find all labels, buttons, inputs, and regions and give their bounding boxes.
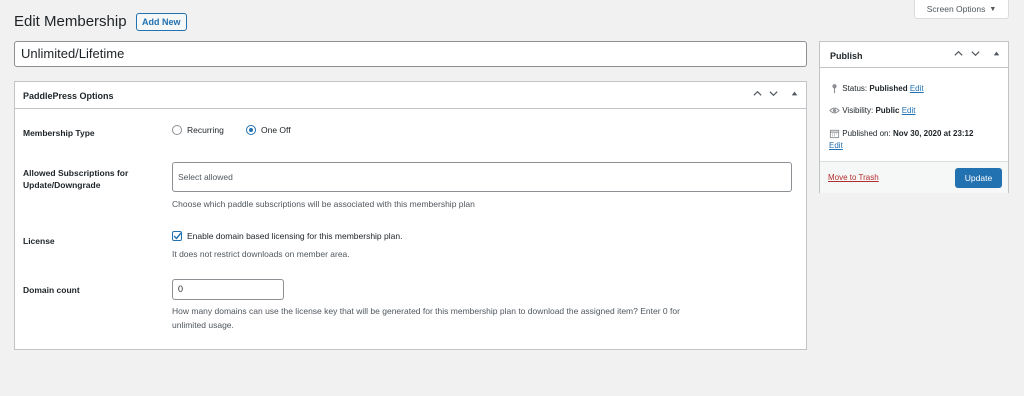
radio-one-off-control[interactable] xyxy=(246,125,256,135)
page-title: Edit Membership xyxy=(14,13,127,30)
status-value: Published xyxy=(869,84,908,93)
license-label: License xyxy=(23,236,55,246)
update-button[interactable]: Update xyxy=(955,168,1002,188)
allowed-subscriptions-label-line2: Update/Downgrade xyxy=(23,180,101,190)
screen-options-button[interactable]: Screen Options ▼ xyxy=(914,0,1009,19)
allowed-subscriptions-label: Allowed Subscriptions for Update/Downgra… xyxy=(23,167,128,191)
move-up-icon[interactable] xyxy=(953,48,964,59)
radio-one-off[interactable]: One Off xyxy=(246,125,291,135)
pin-icon xyxy=(829,84,842,94)
published-on-value: Nov 30, 2020 at 23:12 xyxy=(892,129,974,138)
publish-header: Publish xyxy=(820,42,1008,68)
visibility-label: Visibility: xyxy=(842,106,874,115)
license-checkbox-label: Enable domain based licensing for this m… xyxy=(187,231,403,241)
status-edit-link[interactable]: Edit xyxy=(910,84,924,93)
move-down-icon[interactable] xyxy=(768,88,779,99)
radio-recurring[interactable]: Recurring xyxy=(172,125,224,135)
publish-actions: Move to Trash Update xyxy=(820,161,1008,193)
status-label: Status: xyxy=(842,84,868,93)
visibility-row: Visibility: Public Edit xyxy=(829,105,916,117)
domain-count-label: Domain count xyxy=(23,285,80,295)
domain-count-description-line2: unlimited usage. xyxy=(172,320,234,330)
collapse-toggle-icon[interactable] xyxy=(789,88,800,99)
published-on-row: Published on: Nov 30, 2020 at 23:12 Edit xyxy=(829,128,1004,152)
published-on-label: Published on: xyxy=(842,129,891,138)
published-on-edit-link[interactable]: Edit xyxy=(829,141,843,150)
allowed-subscriptions-description: Choose which paddle subscriptions will b… xyxy=(172,199,475,209)
collapse-toggle-icon[interactable] xyxy=(991,48,1002,59)
visibility-value: Public xyxy=(875,106,900,115)
radio-recurring-label: Recurring xyxy=(187,125,224,135)
calendar-icon xyxy=(829,129,842,139)
allowed-subscriptions-select[interactable]: Select allowed xyxy=(172,162,792,192)
membership-title-input[interactable]: Unlimited/Lifetime xyxy=(14,41,807,67)
license-checkbox[interactable] xyxy=(172,231,182,241)
allowed-subscriptions-label-line1: Allowed Subscriptions for xyxy=(23,168,129,178)
paddlepress-options-header: PaddlePress Options xyxy=(15,82,806,109)
publish-title: Publish xyxy=(830,51,863,61)
add-new-button[interactable]: Add New xyxy=(136,13,187,31)
status-row: Status: Published Edit xyxy=(829,83,924,95)
move-up-icon[interactable] xyxy=(752,88,763,99)
membership-type-label: Membership Type xyxy=(23,128,95,138)
paddlepress-options-box: PaddlePress Options Membership Type Recu… xyxy=(14,81,807,350)
domain-count-description-line1: How many domains can use the license key… xyxy=(172,306,680,316)
caret-down-icon: ▼ xyxy=(989,5,997,13)
visibility-edit-link[interactable]: Edit xyxy=(902,106,916,115)
eye-icon xyxy=(829,106,842,115)
license-description: It does not restrict downloads on member… xyxy=(172,249,350,259)
screen-options-label: Screen Options xyxy=(926,4,986,14)
domain-count-input[interactable]: 0 xyxy=(172,279,284,300)
publish-box: Publish Status: Published Edit Visibilit… xyxy=(819,41,1009,193)
domain-count-description: How many domains can use the license key… xyxy=(172,304,680,332)
radio-one-off-label: One Off xyxy=(261,125,291,135)
move-down-icon[interactable] xyxy=(970,48,981,59)
move-to-trash-link[interactable]: Move to Trash xyxy=(828,173,879,182)
license-checkbox-row[interactable]: Enable domain based licensing for this m… xyxy=(172,231,402,241)
radio-recurring-control[interactable] xyxy=(172,125,182,135)
paddlepress-options-title: PaddlePress Options xyxy=(23,91,114,101)
